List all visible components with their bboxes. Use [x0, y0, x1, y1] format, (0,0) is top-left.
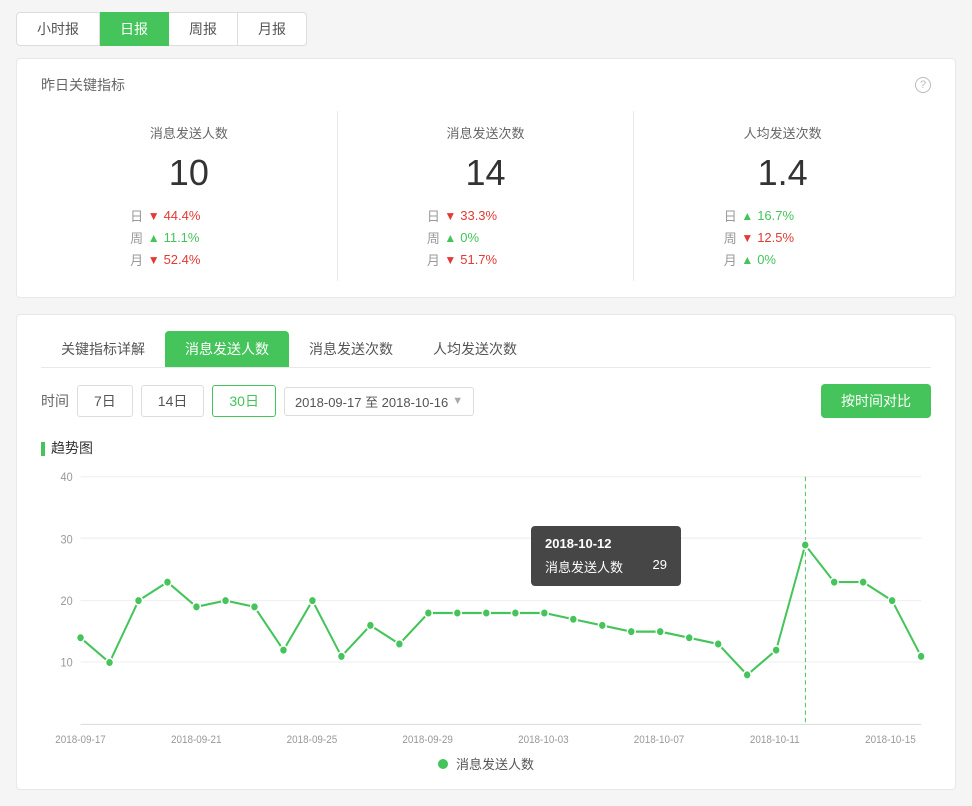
detail-tab-avg[interactable]: 人均发送次数	[413, 331, 537, 367]
day-btn-14[interactable]: 14日	[141, 385, 205, 417]
metrics-grid: 消息发送人数 10 日 ▼ 44.4% 周 ▲ 11.1% 月	[41, 111, 931, 281]
metric-changes-0: 日 ▼ 44.4% 周 ▲ 11.1% 月 ▼ 52.4%	[41, 206, 337, 269]
change-row: 日 ▼ 44.4%	[130, 206, 201, 225]
metric-value-2: 1.4	[634, 152, 931, 194]
change-row: 月 ▼ 52.4%	[130, 250, 201, 269]
svg-text:30: 30	[61, 534, 73, 547]
help-icon[interactable]: ?	[915, 77, 931, 93]
metric-avg-count: 人均发送次数 1.4 日 ▲ 16.7% 周 ▼ 12.5% 月	[634, 111, 931, 281]
change-row: 周 ▲ 11.1%	[130, 228, 200, 247]
legend-dot	[438, 759, 448, 769]
detail-tab-count[interactable]: 消息发送次数	[289, 331, 413, 367]
svg-text:10: 10	[61, 657, 73, 670]
svg-text:40: 40	[61, 472, 73, 485]
date-range-picker[interactable]: 2018-09-17 至 2018-10-16 ▼	[284, 387, 474, 416]
metric-message-count: 消息发送次数 14 日 ▼ 33.3% 周 ▲ 0% 月 ▼	[338, 111, 635, 281]
detail-tabs: 关键指标详解 消息发送人数 消息发送次数 人均发送次数	[41, 331, 931, 368]
chart-container: 40 20 10 30 2018-09-17 2018-09-21	[41, 466, 931, 746]
day-btn-30[interactable]: 30日	[212, 385, 276, 417]
tab-hourly[interactable]: 小时报	[16, 12, 100, 46]
metric-message-senders: 消息发送人数 10 日 ▼ 44.4% 周 ▲ 11.1% 月	[41, 111, 338, 281]
svg-text:2018-10-03: 2018-10-03	[518, 734, 569, 745]
detail-tab-overview[interactable]: 关键指标详解	[41, 331, 165, 367]
detail-card: 关键指标详解 消息发送人数 消息发送次数 人均发送次数 时间 7日 14日 30…	[16, 314, 956, 790]
change-row: 月 ▲ 0%	[723, 250, 776, 269]
chart-legend: 消息发送人数	[41, 754, 931, 773]
metric-value-1: 14	[338, 152, 634, 194]
yesterday-metrics-card: 昨日关键指标 ? 消息发送人数 10 日 ▼ 44.4% 周 ▲ 11.1%	[16, 58, 956, 298]
change-row: 周 ▲ 0%	[426, 228, 479, 247]
tab-weekly[interactable]: 周报	[169, 12, 238, 46]
line-chart-svg: 40 20 10 30 2018-09-17 2018-09-21	[41, 466, 931, 746]
filter-label: 时间	[41, 391, 69, 411]
change-row: 日 ▲ 16.7%	[723, 206, 794, 225]
change-row: 周 ▼ 12.5%	[723, 228, 794, 247]
chart-title-text: 趋势图	[41, 438, 931, 458]
dropdown-icon: ▼	[452, 395, 463, 407]
svg-text:2018-09-17: 2018-09-17	[55, 734, 106, 745]
change-row: 日 ▼ 33.3%	[426, 206, 497, 225]
tab-monthly[interactable]: 月报	[238, 12, 307, 46]
svg-text:2018-09-25: 2018-09-25	[287, 734, 338, 745]
metric-label-2: 人均发送次数	[634, 123, 931, 142]
metric-label-1: 消息发送次数	[338, 123, 634, 142]
tab-bar: 小时报 日报 周报 月报	[0, 0, 972, 58]
svg-text:2018-09-29: 2018-09-29	[402, 734, 453, 745]
svg-text:2018-09-21: 2018-09-21	[171, 734, 222, 745]
metric-changes-2: 日 ▲ 16.7% 周 ▼ 12.5% 月 ▲ 0%	[634, 206, 931, 269]
yesterday-card-title: 昨日关键指标 ?	[41, 75, 931, 95]
tab-daily[interactable]: 日报	[100, 12, 169, 46]
page-container: 小时报 日报 周报 月报 昨日关键指标 ? 消息发送人数 10 日 ▼ 44.4…	[0, 0, 972, 790]
svg-text:20: 20	[61, 596, 73, 609]
svg-text:2018-10-15: 2018-10-15	[865, 734, 916, 745]
change-row: 月 ▼ 51.7%	[426, 250, 497, 269]
svg-text:2018-10-07: 2018-10-07	[634, 734, 685, 745]
metric-changes-1: 日 ▼ 33.3% 周 ▲ 0% 月 ▼ 51.7%	[338, 206, 634, 269]
day-btn-7[interactable]: 7日	[77, 385, 133, 417]
filter-row: 时间 7日 14日 30日 2018-09-17 至 2018-10-16 ▼ …	[41, 384, 931, 418]
detail-tab-senders[interactable]: 消息发送人数	[165, 331, 289, 367]
date-range-text: 2018-09-17 至 2018-10-16	[295, 392, 448, 411]
svg-text:2018-10-11: 2018-10-11	[750, 734, 800, 745]
metric-label-0: 消息发送人数	[41, 123, 337, 142]
metric-value-0: 10	[41, 152, 337, 194]
compare-button[interactable]: 按时间对比	[821, 384, 931, 418]
legend-label: 消息发送人数	[456, 754, 534, 773]
